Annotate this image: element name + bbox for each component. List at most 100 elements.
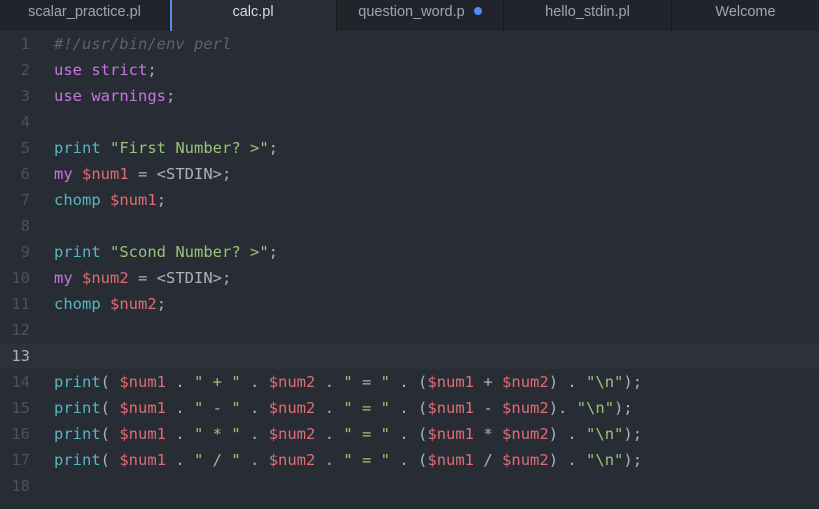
line-code: #!/usr/bin/env perl	[54, 31, 231, 57]
tab-label: Welcome	[715, 4, 776, 20]
code-token: );	[623, 425, 643, 443]
code-line[interactable]: 14 print( $num1 . " + " . $num2 . " = " .…	[0, 369, 819, 395]
code-token: chomp	[54, 191, 101, 209]
code-line[interactable]: 4	[0, 109, 819, 135]
code-line[interactable]: 7 chomp $num1;	[0, 187, 819, 213]
code-token: print	[54, 139, 101, 157]
code-token: ) .	[548, 451, 587, 469]
code-line[interactable]: 8	[0, 213, 819, 239]
code-token: $num1	[427, 425, 475, 443]
code-line[interactable]: 11 chomp $num2;	[0, 291, 819, 317]
code-token: $num1	[119, 373, 167, 391]
code-token: strict	[91, 61, 148, 79]
code-token: -	[474, 399, 503, 417]
code-line[interactable]: 3 use warnings;	[0, 83, 819, 109]
code-token: $num1	[82, 165, 129, 183]
line-number: 6	[20, 165, 30, 183]
code-token: $num1	[427, 399, 475, 417]
code-token: . (	[390, 399, 428, 417]
line-number: 18	[11, 477, 30, 495]
code-token: use	[54, 87, 82, 105]
code-token: .	[240, 373, 269, 391]
code-token: warnings	[91, 87, 166, 105]
tab-calc[interactable]: calc.pl	[170, 0, 337, 31]
code-token: $num2	[268, 373, 316, 391]
line-number: 8	[20, 217, 30, 235]
code-line[interactable]: 2 use strict;	[0, 57, 819, 83]
code-token: = <STDIN>;	[128, 269, 232, 287]
code-token: print	[54, 373, 101, 391]
code-token: $num2	[502, 425, 549, 443]
line-number: 4	[20, 113, 30, 131]
code-token: $num2	[502, 451, 549, 469]
code-token: $num2	[82, 269, 129, 287]
line-number: 1	[20, 35, 30, 53]
code-token: $num1	[119, 425, 167, 443]
code-token: chomp	[54, 295, 101, 313]
tab-hello-stdin[interactable]: hello_stdin.pl	[504, 0, 672, 31]
code-token: print	[54, 451, 101, 469]
code-line[interactable]: 15 print( $num1 . " - " . $num2 . " = " .…	[0, 395, 819, 421]
code-token: *	[474, 425, 503, 443]
code-token: ;	[156, 295, 167, 313]
code-token: ;	[268, 243, 278, 261]
line-number: 13	[11, 347, 30, 365]
code-token: .	[315, 373, 344, 391]
line-number: 2	[20, 61, 30, 79]
code-token: $num1	[119, 451, 167, 469]
code-token: $num2	[110, 295, 157, 313]
code-token: (	[100, 373, 120, 391]
code-token: = <STDIN>;	[128, 165, 232, 183]
code-line[interactable]: 13	[0, 343, 819, 369]
code-token: (	[100, 399, 120, 417]
code-token: " / "	[194, 451, 241, 469]
code-editor[interactable]: 1 #!/usr/bin/env perl 2 use strict; 3 use war…	[0, 31, 819, 509]
tab-welcome[interactable]: Welcome	[672, 0, 819, 31]
code-token: .	[240, 425, 269, 443]
line-number: 14	[11, 373, 30, 391]
tab-scalar-practice[interactable]: scalar_practice.pl	[0, 0, 170, 31]
code-token: print	[54, 425, 101, 443]
code-token: ;	[166, 87, 176, 105]
code-line[interactable]: 1 #!/usr/bin/env perl	[0, 31, 819, 57]
modified-dot-icon	[473, 7, 482, 15]
code-line[interactable]: 16 print( $num1 . " * " . $num2 . " = " .…	[0, 421, 819, 447]
code-token: +	[474, 373, 503, 391]
code-line[interactable]: 10 my $num2 = <STDIN>;	[0, 265, 819, 291]
code-line[interactable]: 5 print "First Number? >";	[0, 135, 819, 161]
tab-label: question_word.p	[358, 4, 465, 20]
code-token: (	[100, 425, 120, 443]
code-token: ) .	[548, 373, 587, 391]
code-token: ;	[147, 61, 157, 79]
code-token: my	[54, 165, 73, 183]
line-code: print "Scond Number? >";	[54, 239, 278, 265]
line-code: print( $num1 . " / " . $num2 . " = " . (…	[54, 447, 642, 473]
code-token: .	[315, 451, 344, 469]
tab-question-word[interactable]: question_word.p	[337, 0, 504, 31]
code-token: .	[166, 399, 195, 417]
code-token: $num2	[268, 399, 316, 417]
tab-label: calc.pl	[232, 4, 274, 20]
code-token: " + "	[194, 373, 241, 391]
code-token: ;	[268, 139, 278, 157]
line-code: print( $num1 . " * " . $num2 . " = " . (…	[54, 421, 642, 447]
code-token: " - "	[194, 399, 241, 417]
code-token: /	[474, 451, 503, 469]
line-number: 3	[20, 87, 30, 105]
code-token: print	[54, 399, 101, 417]
code-token: #!/usr/bin/env perl	[54, 35, 232, 53]
line-code: my $num1 = <STDIN>;	[54, 161, 231, 187]
code-token: );	[614, 399, 633, 417]
code-line[interactable]: 17 print( $num1 . " / " . $num2 . " = " .…	[0, 447, 819, 473]
code-line[interactable]: 18	[0, 473, 819, 499]
code-line[interactable]: 6 my $num1 = <STDIN>;	[0, 161, 819, 187]
code-line[interactable]: 12	[0, 317, 819, 343]
code-token: $num2	[268, 451, 316, 469]
code-line[interactable]: 9 print "Scond Number? >";	[0, 239, 819, 265]
line-number: 15	[11, 399, 30, 417]
code-token: use	[54, 61, 82, 79]
line-code: my $num2 = <STDIN>;	[54, 265, 231, 291]
